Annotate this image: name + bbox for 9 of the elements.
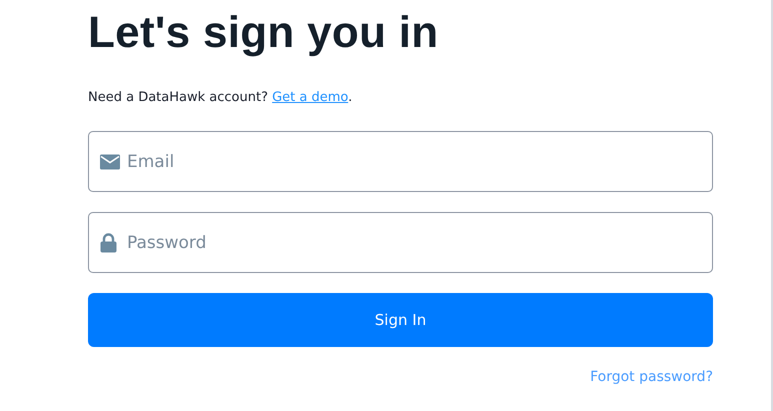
signup-prompt: Need a DataHawk account? Get a demo. — [88, 89, 352, 107]
forgot-password-link[interactable]: Forgot password? — [590, 369, 713, 385]
sign-in-button[interactable]: Sign In — [88, 293, 713, 347]
page-heading: Let's sign you in — [88, 7, 438, 59]
lock-icon — [100, 232, 117, 252]
demo-link[interactable]: Get a demo — [272, 90, 348, 105]
email-field[interactable]: Email — [88, 131, 713, 192]
envelope-icon — [100, 154, 120, 169]
password-field[interactable]: Password — [88, 212, 713, 273]
